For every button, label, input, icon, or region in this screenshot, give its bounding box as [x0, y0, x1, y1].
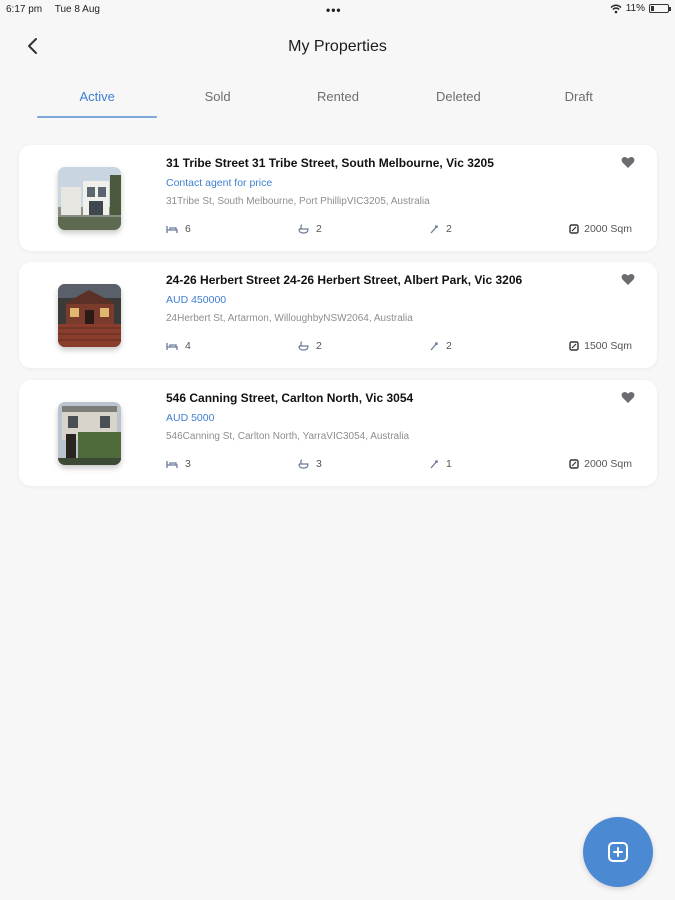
- heart-icon[interactable]: [621, 156, 635, 169]
- status-left: 6:17 pm Tue 8 Aug: [6, 4, 110, 15]
- status-right: 11%: [610, 3, 671, 14]
- bathtub-icon: [298, 341, 309, 351]
- tab-sold[interactable]: Sold: [157, 86, 277, 118]
- bedrooms-count: 6: [185, 223, 191, 235]
- heart-icon[interactable]: [621, 391, 635, 404]
- bathtub-icon: [298, 224, 309, 234]
- property-thumbnail: [58, 402, 121, 465]
- parking-stat: 2: [429, 340, 452, 352]
- my-properties-screen: 6:17 pm Tue 8 Aug ••• 11% My Properties …: [0, 0, 675, 900]
- property-card[interactable]: 24-26 Herbert Street 24-26 Herbert Stree…: [19, 262, 657, 368]
- bathrooms-stat: 3: [298, 458, 322, 470]
- property-price: AUD 450000: [166, 294, 227, 306]
- bathtub-icon: [298, 459, 309, 469]
- area-value: 1500 Sqm: [584, 340, 632, 352]
- bedrooms-stat: 3: [166, 458, 191, 470]
- parking-count: 2: [446, 340, 452, 352]
- parking-icon: [430, 225, 438, 234]
- property-thumbnail: [58, 284, 121, 347]
- add-property-button[interactable]: [583, 817, 653, 887]
- battery-percent: 11%: [625, 3, 645, 14]
- area-value: 2000 Sqm: [584, 223, 632, 235]
- property-card[interactable]: 546 Canning Street, Carlton North, Vic 3…: [19, 380, 657, 486]
- area-icon: [569, 224, 579, 234]
- area-icon: [569, 341, 579, 351]
- wifi-icon: [610, 4, 622, 13]
- area-stat: 1500 Sqm: [569, 340, 632, 352]
- add-square-icon: [608, 842, 628, 862]
- property-address: 24Herbert St, Artarmon, WilloughbyNSW206…: [166, 313, 413, 324]
- property-title[interactable]: 546 Canning Street, Carlton North, Vic 3…: [166, 391, 413, 405]
- property-address: 31Tribe St, South Melbourne, Port Philli…: [166, 196, 430, 207]
- area-value: 2000 Sqm: [584, 458, 632, 470]
- parking-icon: [430, 460, 438, 469]
- tab-active[interactable]: Active: [37, 86, 158, 118]
- status-time: 6:17 pm: [6, 4, 43, 15]
- bedrooms-count: 4: [185, 340, 191, 352]
- parking-stat: 1: [429, 458, 452, 470]
- status-tabs: Active Sold Rented Deleted Draft: [37, 86, 639, 118]
- bed-icon: [166, 225, 178, 233]
- battery-icon: [649, 4, 671, 13]
- bathrooms-count: 2: [316, 223, 322, 235]
- bed-icon: [166, 460, 178, 468]
- bathrooms-stat: 2: [298, 340, 322, 352]
- heart-icon[interactable]: [621, 273, 635, 286]
- parking-icon: [430, 342, 438, 351]
- parking-count: 1: [446, 458, 452, 470]
- property-address: 546Canning St, Carlton North, YarraVIC30…: [166, 431, 410, 442]
- bathrooms-count: 2: [316, 340, 322, 352]
- page-title: My Properties: [288, 38, 387, 55]
- property-title[interactable]: 24-26 Herbert Street 24-26 Herbert Stree…: [166, 273, 522, 287]
- status-bar: 6:17 pm Tue 8 Aug ••• 11%: [0, 0, 675, 20]
- bedrooms-stat: 6: [166, 223, 191, 235]
- tab-draft[interactable]: Draft: [519, 86, 639, 118]
- parking-stat: 2: [429, 223, 452, 235]
- bedrooms-count: 3: [185, 458, 191, 470]
- tab-rented[interactable]: Rented: [278, 86, 398, 118]
- parking-count: 2: [446, 223, 452, 235]
- area-stat: 2000 Sqm: [569, 223, 632, 235]
- property-price: AUD 5000: [166, 412, 215, 424]
- property-thumbnail: [58, 167, 121, 230]
- tab-deleted[interactable]: Deleted: [398, 86, 518, 118]
- property-price: Contact agent for price: [166, 177, 273, 189]
- property-card[interactable]: 31 Tribe Street 31 Tribe Street, South M…: [19, 145, 657, 251]
- area-icon: [569, 459, 579, 469]
- area-stat: 2000 Sqm: [569, 458, 632, 470]
- bathrooms-count: 3: [316, 458, 322, 470]
- bed-icon: [166, 342, 178, 350]
- header: My Properties: [0, 28, 675, 68]
- bathrooms-stat: 2: [298, 223, 322, 235]
- status-date: Tue 8 Aug: [54, 4, 100, 15]
- multitasking-dots[interactable]: •••: [326, 3, 342, 17]
- bedrooms-stat: 4: [166, 340, 191, 352]
- property-title[interactable]: 31 Tribe Street 31 Tribe Street, South M…: [166, 156, 494, 170]
